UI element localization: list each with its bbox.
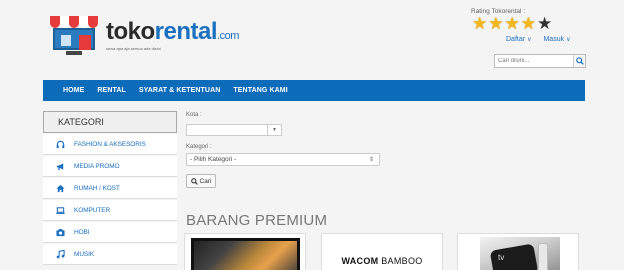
- search-button[interactable]: [573, 55, 585, 67]
- music-icon: [55, 249, 65, 259]
- search-box: [494, 54, 586, 68]
- sidebar-item-media-promo[interactable]: MEDIA PROMO: [43, 156, 177, 177]
- star-empty-icon: ★: [537, 14, 553, 33]
- nav-tentang-kami[interactable]: TENTANG KAMI: [233, 87, 287, 94]
- kategori-label: Kategori :: [186, 144, 212, 150]
- logo-text-light: BAMBOO: [381, 256, 423, 266]
- brand-suffix: .com: [217, 30, 239, 42]
- premium-product-card[interactable]: WACOM BAMBOO: [321, 233, 443, 270]
- nav-syarat-ketentuan[interactable]: SYARAT & KETENTUAN: [139, 87, 221, 94]
- nav-home[interactable]: HOME: [63, 87, 84, 94]
- sidebar-item-rumah-kost[interactable]: RUMAH / KOST: [43, 178, 177, 199]
- star-filled-icon: ★: [488, 14, 504, 33]
- store-body-graphic: [53, 28, 95, 50]
- apple-tv-image: tv: [480, 237, 560, 270]
- sidebar-item-label: RUMAH / KOST: [74, 184, 120, 192]
- kota-label: Kota :: [186, 112, 202, 118]
- camera-icon: [55, 227, 65, 237]
- store-base-graphic: [66, 51, 82, 55]
- brand-prefix: toko: [106, 18, 155, 45]
- premium-section-title: BARANG PREMIUM: [186, 212, 328, 229]
- sidebar-item-label: MUSIK: [74, 250, 95, 258]
- sidebar-item-komputer[interactable]: KOMPUTER: [43, 200, 177, 221]
- sidebar-item-hobi[interactable]: HOBI: [43, 222, 177, 243]
- remote-control: [538, 243, 548, 270]
- masuk-dropdown[interactable]: Masuk ∨: [543, 36, 570, 43]
- category-sidebar: KATEGORI FASHION & AKSESORIS MEDIA PROMO…: [43, 111, 177, 265]
- kategori-select[interactable]: - Pilih Kategori - ⇕: [186, 153, 380, 166]
- search-input[interactable]: [495, 55, 573, 67]
- brand-tagline: sewa apa aja semua ada disini: [106, 46, 161, 51]
- laptop-icon: [55, 205, 65, 215]
- star-filled-icon: ★: [472, 14, 488, 33]
- sidebar-item-label: FASHION & AKSESORIS: [74, 140, 146, 148]
- wacom-bamboo-logo: WACOM BAMBOO: [322, 256, 442, 266]
- daftar-dropdown[interactable]: Daftar ∨: [506, 36, 531, 43]
- headphones-icon: [55, 139, 65, 149]
- auth-links: Daftar ∨ Masuk ∨: [506, 36, 571, 43]
- kategori-value: - Pilih Kategori -: [190, 156, 237, 163]
- star-filled-icon: ★: [520, 14, 536, 33]
- sidebar-item-label: MEDIA PROMO: [74, 162, 120, 170]
- premium-product-card[interactable]: [184, 233, 306, 270]
- apple-tv-device: [489, 243, 539, 270]
- daftar-label: Daftar: [506, 36, 526, 43]
- site-header: tokorental.com sewa apa aja semua ada di…: [0, 0, 624, 78]
- search-icon: [190, 177, 198, 185]
- chevron-down-icon: ∨: [527, 37, 532, 43]
- apple-tv-label: tv: [498, 253, 505, 262]
- store-icon: [50, 16, 98, 56]
- logo-text-bold: WACOM: [341, 256, 379, 266]
- brand-highlight: rental: [154, 18, 218, 45]
- updown-arrows-icon: ⇕: [368, 157, 374, 163]
- sidebar-item-label: KOMPUTER: [74, 206, 111, 214]
- main-navbar: HOME RENTAL SYARAT & KETENTUAN TENTANG K…: [43, 80, 585, 101]
- chevron-down-icon: ∨: [566, 37, 571, 43]
- home-icon: [55, 183, 65, 193]
- search-filter: Kota : ▼ Kategori : - Pilih Kategori - ⇕…: [186, 112, 380, 188]
- sidebar-item-musik[interactable]: MUSIK: [43, 244, 177, 265]
- category-heading: KATEGORI: [43, 111, 177, 133]
- tablet-image: [191, 238, 300, 270]
- sidebar-item-label: HOBI: [74, 228, 90, 236]
- nav-rental[interactable]: RENTAL: [97, 87, 125, 94]
- sidebar-item-fashion-aksesoris[interactable]: FASHION & AKSESORIS: [43, 134, 177, 155]
- megaphone-icon: [55, 161, 65, 171]
- store-window-graphic: [61, 35, 71, 46]
- store-door-graphic: [79, 35, 91, 50]
- awning-graphic: [50, 16, 98, 28]
- search-icon: [575, 57, 584, 65]
- kota-select[interactable]: ▼: [186, 124, 282, 136]
- star-filled-icon: ★: [504, 14, 520, 33]
- chevron-down-icon: ▼: [267, 125, 281, 135]
- masuk-label: Masuk: [543, 36, 565, 43]
- premium-product-card[interactable]: tv: [457, 233, 579, 270]
- cari-label: Cari: [199, 177, 212, 185]
- rating-stars: ★ ★ ★ ★ ★: [472, 15, 552, 32]
- cari-button[interactable]: Cari: [186, 174, 216, 188]
- site-logo[interactable]: tokorental.com sewa apa aja semua ada di…: [50, 16, 239, 58]
